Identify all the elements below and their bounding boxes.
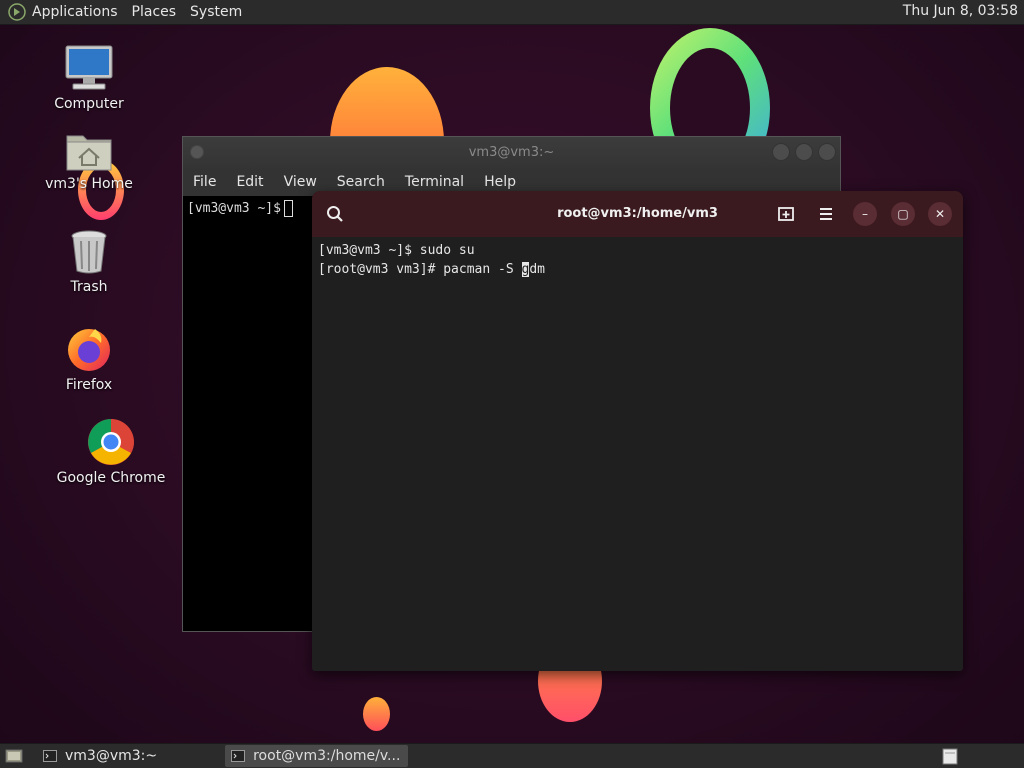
terminal-icon (231, 750, 246, 762)
maximize-button[interactable] (795, 143, 813, 161)
menu-applications[interactable]: Applications (32, 4, 118, 20)
taskbar-item-root[interactable]: root@vm3:/home/v... (225, 745, 409, 767)
terminal-line: [vm3@vm3 ~]$ sudo su (318, 243, 475, 258)
terminal-output[interactable]: [vm3@vm3 ~]$ sudo su [root@vm3 vm3]# pac… (312, 237, 963, 283)
desktop-icon-chrome[interactable]: Google Chrome (56, 418, 166, 486)
maximize-button[interactable]: ▢ (891, 202, 915, 226)
desktop-icon-label: Google Chrome (56, 470, 166, 486)
minimize-button[interactable] (772, 143, 790, 161)
new-tab-icon[interactable] (776, 204, 796, 224)
desktop-icon-label: Trash (70, 279, 108, 295)
close-button[interactable] (818, 143, 836, 161)
menu-system[interactable]: System (190, 4, 242, 20)
show-desktop-icon[interactable] (5, 748, 23, 764)
hamburger-menu-icon[interactable] (816, 204, 836, 224)
computer-icon (65, 45, 113, 90)
desktop-icon-label: vm3's Home (45, 176, 133, 192)
window-headerbar[interactable]: root@vm3:/home/vm3 – ▢ ✕ (312, 191, 963, 237)
window-title: vm3@vm3:~ (468, 145, 555, 160)
clock[interactable]: Thu Jun 8, 03:58 (903, 3, 1018, 19)
trash-icon (71, 230, 107, 274)
terminal-window-front[interactable]: root@vm3:/home/vm3 – ▢ ✕ [vm3@vm3 ~]$ su… (312, 191, 963, 671)
terminal-prompt: [vm3@vm3 ~]$ (187, 201, 281, 216)
desktop-icon-label: Computer (54, 96, 124, 112)
window-titlebar[interactable]: vm3@vm3:~ (183, 137, 840, 168)
distro-logo-icon[interactable] (8, 3, 26, 21)
menu-edit[interactable]: Edit (236, 174, 263, 190)
taskbar-item-label: root@vm3:/home/v... (253, 748, 401, 764)
terminal-icon (43, 750, 57, 762)
bottom-panel: vm3@vm3:~ root@vm3:/home/v... (0, 743, 1024, 768)
terminal-cursor (283, 200, 293, 217)
chrome-icon (88, 419, 134, 465)
menu-file[interactable]: File (193, 174, 216, 190)
menu-view[interactable]: View (284, 174, 317, 190)
top-panel: Applications Places System Thu Jun 8, 03… (0, 0, 1024, 25)
wallpaper-bottom-small-blob (363, 697, 390, 731)
taskbar-item-vm3[interactable]: vm3@vm3:~ (37, 745, 165, 767)
taskbar-item-label: vm3@vm3:~ (65, 748, 158, 764)
home-folder-icon (66, 135, 112, 171)
terminal-line-text: [root@vm3 vm3]# pacman -S (318, 262, 522, 277)
menu-terminal[interactable]: Terminal (405, 174, 464, 190)
terminal-line-text: dm (529, 262, 545, 277)
desktop-icon-home[interactable]: vm3's Home (34, 128, 144, 192)
desktop-icon-label: Firefox (65, 377, 113, 393)
menu-help[interactable]: Help (484, 174, 516, 190)
minimize-button[interactable]: – (853, 202, 877, 226)
desktop-icon-trash[interactable]: Trash (34, 229, 144, 295)
firefox-icon (68, 329, 110, 371)
close-button[interactable]: ✕ (928, 202, 952, 226)
window-menu-icon[interactable] (190, 145, 204, 159)
desktop-icon-computer[interactable]: Computer (34, 44, 144, 112)
menu-places[interactable]: Places (132, 4, 177, 20)
desktop-icon-firefox[interactable]: Firefox (34, 325, 144, 393)
window-controls (767, 143, 836, 161)
workspace-switcher-icon[interactable] (942, 748, 958, 765)
terminal-line: [root@vm3 vm3]# pacman -S gdm (318, 260, 957, 279)
menu-search[interactable]: Search (337, 174, 385, 190)
